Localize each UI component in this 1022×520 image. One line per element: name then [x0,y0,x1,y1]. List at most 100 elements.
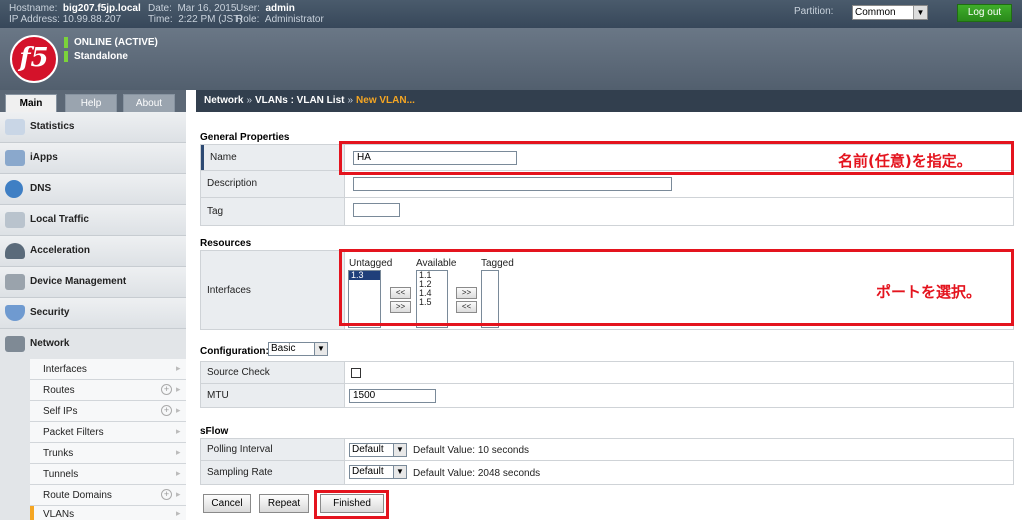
description-input[interactable] [353,177,672,191]
local-traffic-icon [5,212,25,228]
name-label: Name [201,145,345,170]
submenu-item-routes[interactable]: Routes + ▸ [30,380,186,401]
submenu-label: Route Domains [43,490,112,501]
section-resources: Resources [200,238,252,249]
add-plus-icon[interactable]: + [161,489,172,500]
breadcrumb: Network» VLANs : VLAN List» New VLAN... [196,90,1022,112]
submenu-label: Tunnels [43,469,79,480]
hostname-value: big207.f5jp.local [62,3,141,14]
status-mode: Standalone [64,51,128,62]
description-label: Description [201,171,345,197]
row-sampling-rate: Sampling Rate Default ▼ Default Value: 2… [200,461,1014,485]
submenu-item-tunnels[interactable]: Tunnels ▸ [30,464,186,485]
configuration-select[interactable]: Basic ▼ [268,342,328,356]
sidebar-item-label: iApps [30,152,58,163]
chevron-right-icon: ▸ [176,426,181,436]
row-description: Description [200,171,1014,198]
submenu-item-trunks[interactable]: Trunks ▸ [30,443,186,464]
ip-label: IP Address: [9,14,60,25]
statistics-icon [5,119,25,135]
chevron-down-icon[interactable]: ▼ [913,6,927,19]
tab-about[interactable]: About [123,94,175,112]
sidebar-item-security[interactable]: Security [0,298,186,329]
mtu-input[interactable]: 1500 [349,389,436,403]
submenu-label: Routes [43,385,75,396]
partition-value: Common [855,7,896,18]
polling-interval-label: Polling Interval [201,439,345,460]
network-icon [5,336,25,352]
chevron-right-icon: ▸ [176,489,181,499]
polling-interval-select[interactable]: Default ▼ [349,443,407,457]
submenu-item-vlans[interactable]: VLANs ▸ [30,506,186,520]
sidebar-item-label: Acceleration [30,245,91,256]
status-online: ONLINE (ACTIVE) [64,37,158,48]
sampling-rate-hint: Default Value: 2048 seconds [413,468,541,479]
sidebar-item-label: Device Management [30,276,127,287]
cancel-button[interactable]: Cancel [203,494,251,513]
configuration-value: Basic [271,343,296,354]
sidebar-item-acceleration[interactable]: Acceleration [0,236,186,267]
row-polling-interval: Polling Interval Default ▼ Default Value… [200,438,1014,461]
submenu-label: VLANs [43,509,75,520]
sidebar-item-dns[interactable]: DNS [0,174,186,205]
annotation-box-finished [314,490,389,519]
annotation-name-note: 名前(任意)を指定。 [838,152,972,170]
time-label: Time: [148,14,173,25]
breadcrumb-current: New VLAN... [356,95,415,106]
chevron-right-icon: ▸ [176,405,181,415]
partition-select[interactable]: Common ▼ [852,5,928,20]
sidebar-item-network[interactable]: Network [0,329,186,359]
add-plus-icon[interactable]: + [161,405,172,416]
logout-button[interactable]: Log out [957,4,1012,22]
breadcrumb-vlan-list[interactable]: VLANs : VLAN List [255,95,344,106]
submenu-label: Packet Filters [43,427,104,438]
submenu-item-self-ips[interactable]: Self IPs + ▸ [30,401,186,422]
repeat-button[interactable]: Repeat [259,494,309,513]
sidebar-item-device-management[interactable]: Device Management [0,267,186,298]
submenu-label: Self IPs [43,406,78,417]
tab-help[interactable]: Help [65,94,117,112]
mtu-label: MTU [201,384,345,407]
hostname-label: Hostname: [9,3,58,14]
f5-logo: f5 [10,35,58,83]
submenu-label: Interfaces [43,364,87,375]
chevron-down-icon[interactable]: ▼ [393,444,406,456]
breadcrumb-network[interactable]: Network [204,95,243,106]
tag-label: Tag [201,198,345,225]
tag-input[interactable] [353,203,400,217]
breadcrumb-separator: » [347,95,354,106]
iapps-icon [5,150,25,166]
breadcrumb-separator: » [246,95,253,106]
chevron-down-icon[interactable]: ▼ [314,343,327,355]
source-check-checkbox[interactable] [351,368,361,378]
section-general-properties: General Properties [200,132,290,143]
tab-main[interactable]: Main [5,94,57,112]
submenu-item-packet-filters[interactable]: Packet Filters ▸ [30,422,186,443]
source-check-label: Source Check [201,362,345,383]
polling-interval-value: Default [352,444,384,455]
user-value: admin [265,3,295,14]
sidebar-item-label: Security [30,307,70,318]
row-tag: Tag [200,198,1014,226]
submenu-item-interfaces[interactable]: Interfaces ▸ [30,359,186,380]
sampling-rate-label: Sampling Rate [201,461,345,484]
device-management-icon [5,274,25,290]
chevron-right-icon: ▸ [176,447,181,457]
chevron-right-icon: ▸ [176,363,181,373]
section-sflow: sFlow [200,426,229,437]
add-plus-icon[interactable]: + [161,384,172,395]
sampling-rate-select[interactable]: Default ▼ [349,465,407,479]
sidebar-item-iapps[interactable]: iApps [0,143,186,174]
sidebar-item-statistics[interactable]: Statistics [0,112,186,143]
submenu-item-route-domains[interactable]: Route Domains + ▸ [30,485,186,506]
interfaces-label: Interfaces [201,251,345,329]
active-marker [30,506,34,520]
date-info: Date: Mar 16, 2015 Time: 2:22 PM (JST) [148,3,243,25]
ip-value: 10.99.88.207 [62,14,122,25]
main-tabs: Main Help About [0,90,186,112]
security-shield-icon [5,305,25,321]
logo-text: f5 [19,43,49,73]
sidebar-item-local-traffic[interactable]: Local Traffic [0,205,186,236]
chevron-down-icon[interactable]: ▼ [393,466,406,478]
partition-label: Partition: [794,6,834,17]
